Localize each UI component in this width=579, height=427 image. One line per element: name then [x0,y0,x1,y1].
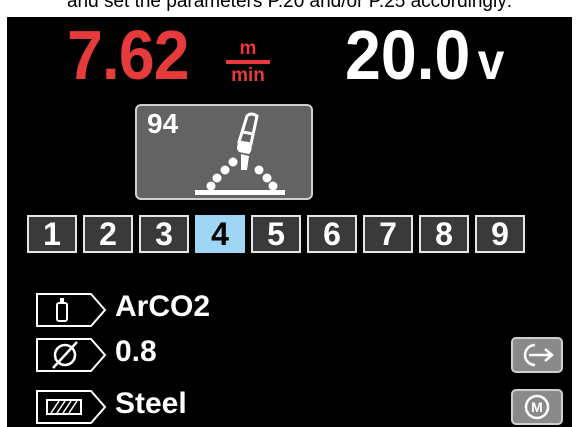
unit-denominator: min [231,65,265,86]
memory-slot-4[interactable]: 4 [195,215,245,253]
wire-speed-unit: m min [222,39,274,85]
page-caption: and set the parameters P.20 and/or P.25 … [66,0,513,12]
exit-button[interactable] [511,337,563,373]
memory-slot-5[interactable]: 5 [251,215,301,253]
memory-slot-1[interactable]: 1 [27,215,77,253]
voltage-unit: v [477,33,505,91]
welder-display: 7.62 m min 20.0 v 94 1 2 3 4 5 6 7 8 9 A… [7,17,572,427]
program-number: 94 [147,108,179,139]
unit-fraction-bar [226,60,270,64]
material-value: Steel [115,387,187,420]
exit-arrow-icon [523,343,554,367]
mig-torch-spray-icon [195,112,285,195]
program-box[interactable]: 94 [135,104,313,200]
voltage-value: 20.0 [345,17,471,94]
voltage-readout: 20.0 v [345,17,504,95]
memory-slot-8[interactable]: 8 [419,215,469,253]
memory-slot-3[interactable]: 3 [139,215,189,253]
memory-slot-9[interactable]: 9 [475,215,525,253]
gas-cylinder-icon [36,293,107,327]
gas-value: ArCO2 [115,290,211,323]
memory-button[interactable]: M [511,389,563,425]
memory-slot-2[interactable]: 2 [83,215,133,253]
diameter-icon [36,338,107,372]
memory-m-icon: M [524,394,550,420]
memory-button-label: M [531,399,543,415]
wire-diameter-value: 0.8 [115,335,157,368]
unit-numerator: m [239,38,257,59]
wire-speed-value: 7.62 [67,17,190,94]
memory-slot-6[interactable]: 6 [307,215,357,253]
material-plate-icon [36,390,107,424]
memory-slot-7[interactable]: 7 [363,215,413,253]
